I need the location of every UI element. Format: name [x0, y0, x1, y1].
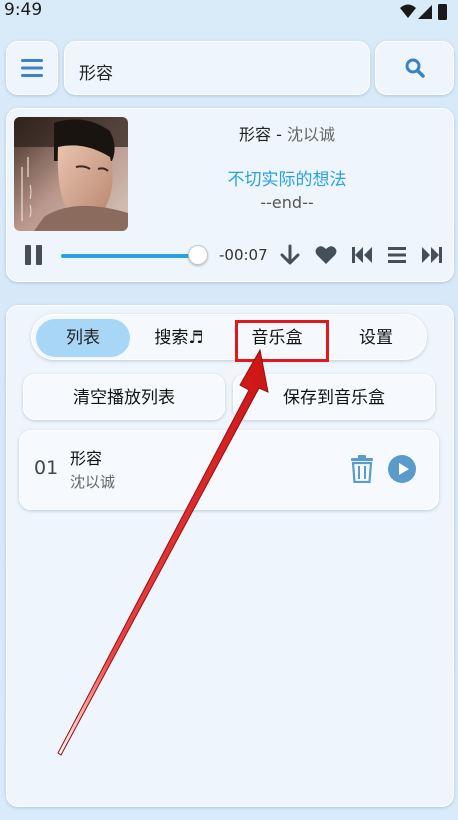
battery-icon [438, 4, 447, 20]
next-track-icon[interactable] [420, 242, 444, 268]
menu-button[interactable] [6, 41, 58, 95]
download-icon[interactable] [279, 242, 301, 268]
play-circle-icon[interactable] [388, 455, 416, 483]
tab-list[interactable]: 列表 [36, 319, 130, 357]
lyric-current-line: 不切实际的想法 [227, 170, 347, 190]
item-index: 01 [34, 457, 59, 479]
playlist-panel: 列表 搜索♬ 音乐盒 设置 清空播放列表 保存到音乐盒 01 形容 沈以诚 [6, 305, 454, 807]
status-icons [400, 4, 447, 20]
tab-bar: 列表 搜索♬ 音乐盒 设置 [31, 314, 427, 362]
album-art [14, 117, 128, 231]
progress-bar[interactable] [61, 254, 199, 258]
song-artist: 沈以诚 [286, 125, 335, 144]
save-to-music-box-button[interactable]: 保存到音乐盒 [233, 374, 435, 420]
tab-settings[interactable]: 设置 [328, 319, 424, 357]
previous-track-icon[interactable] [350, 242, 374, 268]
search-input[interactable]: 形容 [64, 41, 370, 95]
item-title: 形容 [70, 449, 103, 468]
player-card: 形容 - 沈以诚 不切实际的想法 --end-- -00:07 [6, 108, 454, 282]
pause-icon[interactable] [23, 242, 45, 268]
lyric-next-line: --end-- [260, 193, 314, 212]
search-input-value: 形容 [79, 64, 113, 84]
highlight-box [235, 320, 329, 362]
playlist-icon[interactable] [386, 242, 408, 268]
song-title-line: 形容 - 沈以诚 [137, 121, 437, 145]
song-title: 形容 [239, 125, 272, 144]
heart-icon[interactable] [314, 242, 338, 268]
clear-playlist-button[interactable]: 清空播放列表 [23, 374, 225, 420]
progress-thumb[interactable] [188, 245, 208, 265]
search-button[interactable] [375, 41, 454, 95]
tab-search[interactable]: 搜索♬ [132, 319, 226, 357]
title-separator: - [271, 125, 287, 144]
item-artist: 沈以诚 [70, 473, 116, 491]
status-time: 9:49 [4, 0, 43, 20]
search-icon [405, 58, 425, 78]
wifi-icon [400, 4, 416, 18]
trash-icon[interactable] [350, 455, 374, 483]
signal-icon [418, 5, 432, 19]
list-item[interactable]: 01 形容 沈以诚 [19, 430, 439, 510]
time-remaining: -00:07 [219, 246, 268, 264]
album-cover-image [14, 117, 128, 231]
menu-icon [21, 59, 43, 77]
status-bar: 9:49 [0, 0, 458, 24]
